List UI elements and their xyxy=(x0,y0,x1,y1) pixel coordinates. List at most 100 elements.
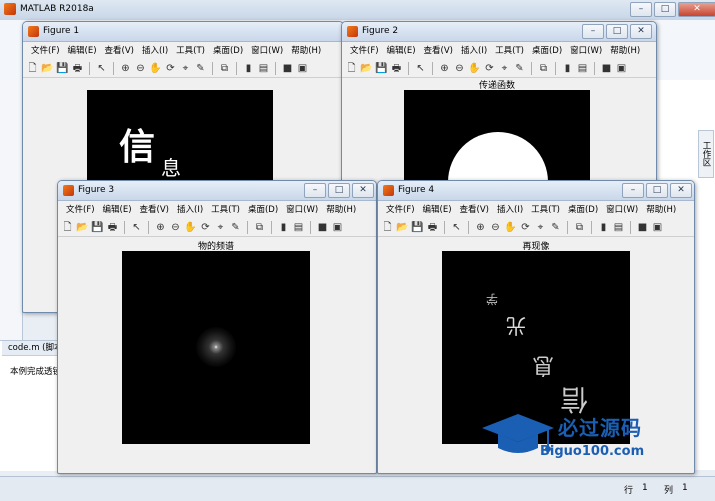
menu-view[interactable]: 查看(V) xyxy=(456,201,493,217)
zoom-out-icon[interactable]: ⊖ xyxy=(134,62,147,75)
menu-help[interactable]: 帮助(H) xyxy=(606,42,644,58)
menu-insert[interactable]: 插入(I) xyxy=(457,42,491,58)
menu-edit[interactable]: 编辑(E) xyxy=(383,42,420,58)
menu-insert[interactable]: 插入(I) xyxy=(493,201,527,217)
show-tools-icon[interactable]: ▣ xyxy=(651,221,664,234)
print-icon[interactable]: 🖶 xyxy=(106,221,119,234)
minimize-button[interactable]: – xyxy=(630,2,652,17)
pan-icon[interactable]: ✋ xyxy=(468,62,481,75)
legend-icon[interactable]: ▤ xyxy=(257,62,270,75)
editor-tab[interactable]: code.m (脚本) xyxy=(2,341,64,356)
legend-icon[interactable]: ▤ xyxy=(612,221,625,234)
link-icon[interactable]: ⧉ xyxy=(253,221,266,234)
pointer-icon[interactable]: ↖ xyxy=(414,62,427,75)
figure-1-titlebar[interactable]: Figure 1 xyxy=(23,22,343,42)
menu-window[interactable]: 窗口(W) xyxy=(602,201,642,217)
new-icon[interactable]: 🗋 xyxy=(345,62,358,75)
zoom-out-icon[interactable]: ⊖ xyxy=(169,221,182,234)
data-cursor-icon[interactable]: ⌖ xyxy=(214,221,227,234)
zoom-in-icon[interactable]: ⊕ xyxy=(119,62,132,75)
pointer-icon[interactable]: ↖ xyxy=(450,221,463,234)
rotate-icon[interactable]: ⟳ xyxy=(483,62,496,75)
workspace-tab[interactable]: 工作区 xyxy=(698,130,714,178)
menu-edit[interactable]: 编辑(E) xyxy=(419,201,456,217)
menu-window[interactable]: 窗口(W) xyxy=(247,42,287,58)
menu-insert[interactable]: 插入(I) xyxy=(138,42,172,58)
open-icon[interactable]: 📂 xyxy=(396,221,409,234)
link-icon[interactable]: ⧉ xyxy=(218,62,231,75)
menu-file[interactable]: 文件(F) xyxy=(346,42,383,58)
rotate-icon[interactable]: ⟳ xyxy=(199,221,212,234)
close-button[interactable]: ✕ xyxy=(678,2,715,17)
menu-edit[interactable]: 编辑(E) xyxy=(99,201,136,217)
new-icon[interactable]: 🗋 xyxy=(381,221,394,234)
menu-view[interactable]: 查看(V) xyxy=(420,42,457,58)
menu-help[interactable]: 帮助(H) xyxy=(287,42,325,58)
open-icon[interactable]: 📂 xyxy=(41,62,54,75)
maximize-button[interactable]: □ xyxy=(606,24,628,39)
legend-icon[interactable]: ▤ xyxy=(576,62,589,75)
close-button[interactable]: ✕ xyxy=(630,24,652,39)
open-icon[interactable]: 📂 xyxy=(360,62,373,75)
menu-desktop[interactable]: 桌面(D) xyxy=(209,42,247,58)
close-button[interactable]: ✕ xyxy=(352,183,374,198)
menu-insert[interactable]: 插入(I) xyxy=(173,201,207,217)
figure-2-titlebar[interactable]: Figure 2 – □ ✕ xyxy=(342,22,656,42)
menu-window[interactable]: 窗口(W) xyxy=(566,42,606,58)
menu-help[interactable]: 帮助(H) xyxy=(322,201,360,217)
colorbar-icon[interactable]: ▮ xyxy=(242,62,255,75)
minimize-button[interactable]: – xyxy=(304,183,326,198)
print-icon[interactable]: 🖶 xyxy=(426,221,439,234)
save-icon[interactable]: 💾 xyxy=(375,62,388,75)
pointer-icon[interactable]: ↖ xyxy=(95,62,108,75)
hide-tools-icon[interactable]: ■ xyxy=(281,62,294,75)
pointer-icon[interactable]: ↖ xyxy=(130,221,143,234)
legend-icon[interactable]: ▤ xyxy=(292,221,305,234)
print-icon[interactable]: 🖶 xyxy=(71,62,84,75)
hide-tools-icon[interactable]: ■ xyxy=(600,62,613,75)
data-cursor-icon[interactable]: ⌖ xyxy=(179,62,192,75)
figure-4-titlebar[interactable]: Figure 4 – □ ✕ xyxy=(378,181,694,201)
maximize-button[interactable]: □ xyxy=(646,183,668,198)
menu-tools[interactable]: 工具(T) xyxy=(172,42,209,58)
menu-tools[interactable]: 工具(T) xyxy=(527,201,564,217)
link-icon[interactable]: ⧉ xyxy=(573,221,586,234)
menu-tools[interactable]: 工具(T) xyxy=(207,201,244,217)
figure-3-titlebar[interactable]: Figure 3 – □ ✕ xyxy=(58,181,376,201)
zoom-in-icon[interactable]: ⊕ xyxy=(154,221,167,234)
data-cursor-icon[interactable]: ⌖ xyxy=(534,221,547,234)
figure-3-window[interactable]: Figure 3 – □ ✕ 文件(F) 编辑(E) 查看(V) 插入(I) 工… xyxy=(57,180,377,474)
new-icon[interactable]: 🗋 xyxy=(26,62,39,75)
show-tools-icon[interactable]: ▣ xyxy=(331,221,344,234)
menu-file[interactable]: 文件(F) xyxy=(382,201,419,217)
menu-view[interactable]: 查看(V) xyxy=(136,201,173,217)
save-icon[interactable]: 💾 xyxy=(411,221,424,234)
colorbar-icon[interactable]: ▮ xyxy=(597,221,610,234)
hide-tools-icon[interactable]: ■ xyxy=(316,221,329,234)
menu-desktop[interactable]: 桌面(D) xyxy=(564,201,602,217)
new-icon[interactable]: 🗋 xyxy=(61,221,74,234)
save-icon[interactable]: 💾 xyxy=(56,62,69,75)
menu-desktop[interactable]: 桌面(D) xyxy=(244,201,282,217)
link-icon[interactable]: ⧉ xyxy=(537,62,550,75)
menu-desktop[interactable]: 桌面(D) xyxy=(528,42,566,58)
minimize-button[interactable]: – xyxy=(622,183,644,198)
menu-help[interactable]: 帮助(H) xyxy=(642,201,680,217)
zoom-out-icon[interactable]: ⊖ xyxy=(453,62,466,75)
print-icon[interactable]: 🖶 xyxy=(390,62,403,75)
zoom-out-icon[interactable]: ⊖ xyxy=(489,221,502,234)
close-button[interactable]: ✕ xyxy=(670,183,692,198)
rotate-icon[interactable]: ⟳ xyxy=(164,62,177,75)
menu-edit[interactable]: 编辑(E) xyxy=(64,42,101,58)
menu-file[interactable]: 文件(F) xyxy=(62,201,99,217)
colorbar-icon[interactable]: ▮ xyxy=(561,62,574,75)
pan-icon[interactable]: ✋ xyxy=(184,221,197,234)
rotate-icon[interactable]: ⟳ xyxy=(519,221,532,234)
brush-icon[interactable]: ✎ xyxy=(229,221,242,234)
menu-window[interactable]: 窗口(W) xyxy=(282,201,322,217)
open-icon[interactable]: 📂 xyxy=(76,221,89,234)
menu-tools[interactable]: 工具(T) xyxy=(491,42,528,58)
zoom-in-icon[interactable]: ⊕ xyxy=(438,62,451,75)
brush-icon[interactable]: ✎ xyxy=(194,62,207,75)
save-icon[interactable]: 💾 xyxy=(91,221,104,234)
